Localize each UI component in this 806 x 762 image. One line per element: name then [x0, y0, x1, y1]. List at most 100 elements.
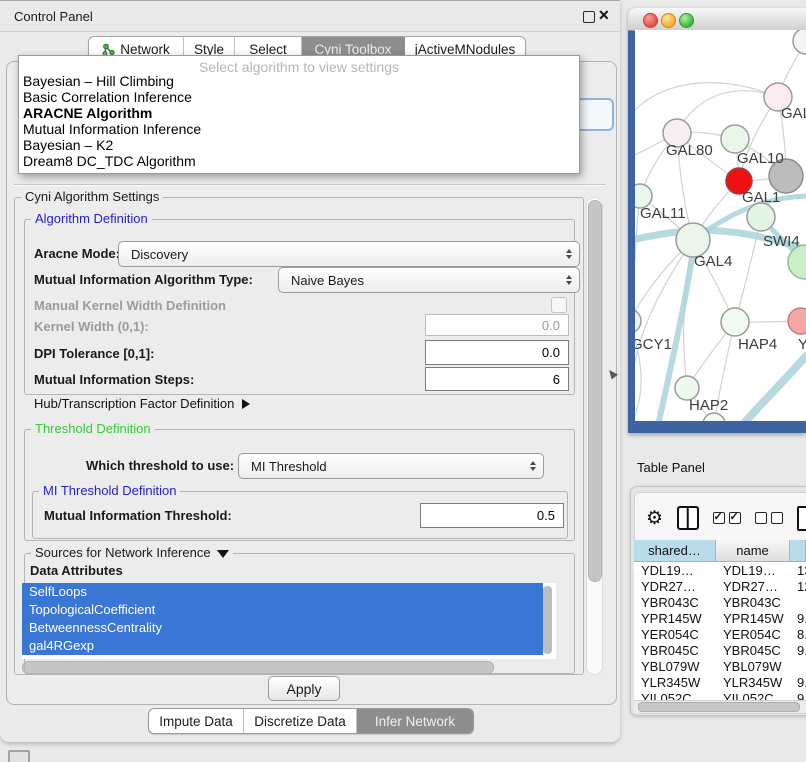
new-page-icon[interactable] [797, 506, 806, 531]
mi-algorithm-type-combo[interactable]: Naive Bayes [278, 267, 580, 293]
table-row[interactable]: YBL079WYBL079W [634, 658, 806, 674]
table-panel-title: Table Panel [637, 460, 705, 475]
mi-steps-label: Mutual Information Steps: [34, 372, 194, 387]
attribute-item-gal4rgexp[interactable]: gal4RGexp [22, 637, 543, 655]
table-cell: YDL19… [634, 562, 716, 578]
minimize-traffic-light[interactable] [661, 13, 676, 28]
node-label: HAP2 [689, 397, 728, 414]
table-cell: YER054C [716, 626, 790, 642]
dropdown-item-bayesian-hill-climbing[interactable]: Bayesian – Hill Climbing [19, 73, 579, 89]
table-row[interactable]: YDR27…YDR27…12 [634, 578, 806, 594]
table-cell: YIL052C [716, 690, 790, 700]
manual-kernel-width-label: Manual Kernel Width Definition [34, 298, 226, 313]
dropdown-item-dream8-dc-tdc-algorithm[interactable]: Dream8 DC_TDC Algorithm [19, 153, 579, 169]
mutual-information-threshold-label: Mutual Information Threshold: [44, 508, 232, 523]
network-node-y[interactable] [788, 308, 806, 334]
table-cell [790, 658, 806, 674]
sources-title[interactable]: Sources for Network Inference [31, 545, 233, 560]
network-node-swi4[interactable] [747, 203, 775, 231]
zoom-traffic-light[interactable] [679, 13, 694, 28]
table-cell: YLR345W [716, 674, 790, 690]
table-row[interactable]: YDL19…YDL19…13 [634, 562, 806, 578]
algorithm-dropdown: Select algorithm to view settings Bayesi… [18, 55, 580, 174]
column-header-name[interactable]: name [716, 540, 790, 562]
table-row[interactable]: YER054CYER054C8. [634, 626, 806, 642]
apply-button[interactable]: Apply [268, 676, 340, 701]
aracne-mode-combo[interactable]: Discovery [118, 241, 580, 267]
attributes-list-scrollbar-thumb[interactable] [543, 586, 552, 654]
attribute-item-betweennesscentrality[interactable]: BetweennessCentrality [22, 619, 543, 637]
settings-vertical-scrollbar-thumb[interactable] [588, 200, 602, 582]
table-cell: YBR045C [716, 642, 790, 658]
table-cell: YIL052C [634, 690, 716, 700]
table-cell: YPR145W [634, 610, 716, 626]
table-row[interactable]: YBR045CYBR045C9. [634, 642, 806, 658]
bottom-tab-impute-data[interactable]: Impute Data [149, 709, 244, 733]
split-columns-icon[interactable] [677, 506, 698, 530]
network-canvas[interactable]: GAL2GAL80GAL10GAL1GAL11SWI4GAL4GCY1HAP4Y… [635, 30, 806, 421]
dropdown-item-bayesian-k2[interactable]: Bayesian – K2 [19, 137, 579, 153]
gear-icon[interactable]: ⚙ [646, 509, 663, 528]
close-window-icon[interactable]: ✕ [598, 7, 610, 24]
table-row[interactable]: YBR043CYBR043C [634, 594, 806, 610]
table-cell: 9. [790, 642, 806, 658]
stepper-icon [530, 461, 536, 471]
checked-pair-icon[interactable] [713, 512, 741, 524]
network-node-hap4[interactable] [721, 308, 749, 336]
table-cell: 9. [790, 610, 806, 626]
node-label: GAL4 [694, 253, 732, 270]
table-row[interactable]: YLR345WYLR345W9. [634, 674, 806, 690]
table-cell: 13 [790, 562, 806, 578]
minimized-panel-icon[interactable] [8, 750, 30, 762]
table-row[interactable]: YPR145WYPR145W9. [634, 610, 806, 626]
node-label: GAL11 [640, 205, 686, 222]
bottom-tab-infer-network[interactable]: Infer Network [357, 709, 473, 733]
attribute-item-selfloops[interactable]: SelfLoops [22, 583, 543, 601]
table-cell: 9 [790, 690, 806, 700]
stepper-icon [566, 275, 572, 285]
table-panel-toolbar: ⚙ [636, 498, 806, 538]
node-label: GAL80 [666, 142, 713, 159]
network-node[interactable] [793, 30, 806, 54]
node-label: GCY1 [635, 336, 672, 353]
control-panel-title: Control Panel [14, 9, 93, 24]
hub-definition-label: Hub/Transcription Factor Definition [34, 396, 234, 411]
network-edge[interactable] [635, 83, 778, 110]
close-traffic-light[interactable] [643, 13, 658, 28]
table-cell [790, 594, 806, 610]
bottom-tab-discretize-data[interactable]: Discretize Data [244, 709, 357, 733]
attribute-item-topologicalcoefficient[interactable]: TopologicalCoefficient [22, 601, 543, 619]
network-icon [102, 43, 115, 56]
mi-algorithm-type-value: Naive Bayes [291, 273, 364, 288]
inference-table-combo-edge[interactable] [576, 98, 614, 131]
table-cell: YER054C [634, 626, 716, 642]
dpi-tolerance-field[interactable]: 0.0 [425, 340, 569, 365]
table-cell: YPR145W [716, 610, 790, 626]
unchecked-pair-icon[interactable] [755, 512, 783, 524]
network-node-gal4[interactable] [676, 223, 710, 257]
hub-definition-expander[interactable]: Hub/Transcription Factor Definition [34, 396, 250, 411]
column-header-2[interactable] [790, 540, 806, 562]
caret-right-icon [242, 399, 250, 409]
node-label: GAL10 [737, 150, 784, 167]
table-cell: YLR345W [634, 674, 716, 690]
table-cell: YDR27… [634, 578, 716, 594]
dropdown-item-mutual-information-inference[interactable]: Mutual Information Inference [19, 121, 579, 137]
mi-steps-field[interactable]: 6 [425, 367, 569, 391]
table-hscrollbar-thumb[interactable] [638, 702, 800, 712]
dropdown-item-basic-correlation-inference[interactable]: Basic Correlation Inference [19, 89, 579, 105]
dropdown-item-aracne-algorithm[interactable]: ARACNE Algorithm [19, 105, 579, 121]
table-row[interactable]: YIL052CYIL052C9 [634, 690, 806, 700]
network-node-gcy1[interactable] [635, 309, 641, 333]
mutual-information-threshold-field[interactable]: 0.5 [420, 503, 564, 528]
manual-kernel-width-checkbox[interactable] [551, 297, 567, 313]
which-threshold-combo[interactable]: MI Threshold [238, 453, 544, 479]
column-header-shared-[interactable]: shared… [634, 540, 716, 562]
control-panel-titlebar[interactable]: Control Panel ✕ [0, 1, 620, 32]
algorithm-dropdown-items: Bayesian – Hill ClimbingBasic Correlatio… [19, 73, 579, 169]
network-node-gal10[interactable] [721, 125, 749, 153]
kernel-width-label: Kernel Width (0,1): [34, 319, 149, 334]
network-edge-thick[interactable] [737, 356, 806, 421]
kernel-width-field[interactable]: 0.0 [425, 314, 569, 336]
float-window-icon[interactable] [583, 11, 595, 23]
